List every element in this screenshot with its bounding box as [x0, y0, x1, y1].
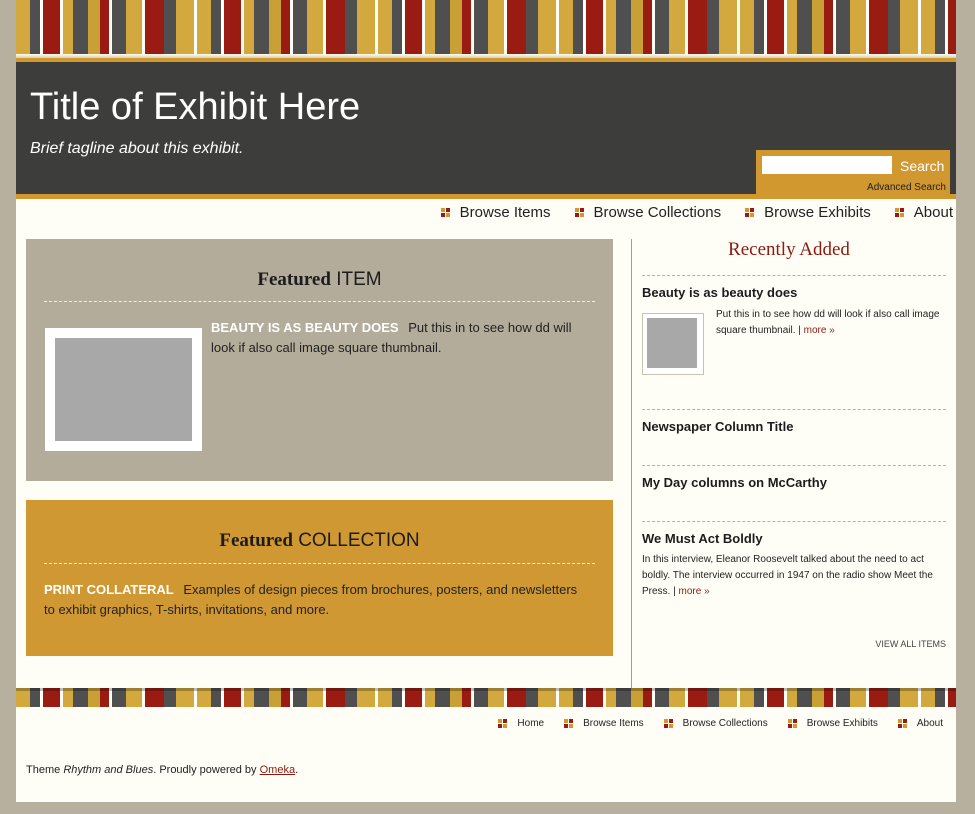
site-title[interactable]: Title of Exhibit Here [30, 86, 360, 129]
nav-label[interactable]: Browse Exhibits [807, 718, 878, 729]
recent-item-description: Put this in to see how dd will look if a… [716, 309, 940, 336]
advanced-search-link[interactable]: Advanced Search [867, 182, 946, 193]
nav-bullet-icon [897, 719, 907, 728]
footer-nav-browse-collections[interactable]: Browse Collections [663, 718, 768, 729]
recent-item-title[interactable]: My Day columns on McCarthy [642, 475, 827, 490]
nav-bullet-icon [745, 208, 755, 217]
divider [642, 521, 946, 522]
nav-bullet-icon [564, 719, 574, 728]
nav-bullet-icon [894, 208, 904, 217]
site-tagline: Brief tagline about this exhibit. [30, 140, 244, 157]
nav-browse-collections[interactable]: Browse Collections [574, 204, 722, 221]
featured-collection-heading: Featured COLLECTION [26, 530, 613, 552]
sidebar-title: Recently Added [728, 239, 850, 260]
more-link[interactable]: more » [679, 586, 710, 597]
footer-nav-browse-items[interactable]: Browse Items [564, 718, 644, 729]
recent-item-thumbnail[interactable] [642, 313, 704, 375]
divider [44, 563, 595, 564]
featured-item-heading: Featured ITEM [26, 269, 613, 291]
recent-item-title[interactable]: We Must Act Boldly [642, 531, 763, 546]
featured-item-thumbnail[interactable] [45, 328, 202, 451]
main-nav: Browse Items Browse Collections Browse E… [440, 204, 953, 221]
nav-browse-items[interactable]: Browse Items [440, 204, 551, 221]
heading-bold: Featured [257, 269, 331, 290]
nav-bullet-icon [787, 719, 797, 728]
view-all-items-link[interactable]: VIEW ALL ITEMS [875, 639, 946, 649]
theme-prefix: Theme [26, 764, 61, 776]
search-form: Search Advanced Search [756, 150, 950, 194]
decorative-stripes-top [16, 0, 956, 58]
heading-rest: ITEM [336, 269, 382, 290]
nav-label[interactable]: Browse Collections [683, 718, 768, 729]
featured-collection-title[interactable]: PRINT COLLATERAL [44, 582, 174, 597]
nav-browse-exhibits[interactable]: Browse Exhibits [745, 204, 871, 221]
recently-added-sidebar: Recently Added Beauty is as beauty does … [631, 239, 946, 689]
nav-bullet-icon [574, 208, 584, 217]
nav-about[interactable]: About [894, 204, 953, 221]
recent-item-title[interactable]: Newspaper Column Title [642, 419, 793, 434]
nav-label[interactable]: Browse Items [583, 718, 644, 729]
thumbnail-image [55, 338, 192, 441]
divider [642, 409, 946, 410]
footer-nav-home[interactable]: Home [498, 718, 544, 729]
recent-item-description: In this interview, Eleanor Roosevelt tal… [642, 554, 933, 597]
featured-collection-text: PRINT COLLATERAL Examples of design piec… [44, 580, 589, 620]
recent-item-title[interactable]: Beauty is as beauty does [642, 285, 797, 300]
nav-label[interactable]: About [914, 204, 953, 221]
search-input[interactable] [762, 156, 892, 174]
footer-credit: Theme Rhythm and Blues. Proudly powered … [26, 764, 298, 776]
powered-text: . Proudly powered by [153, 764, 257, 776]
footer-nav: Home Browse Items Browse Collections Bro… [498, 718, 943, 729]
heading-bold: Featured [219, 530, 293, 551]
footer-nav-about[interactable]: About [897, 718, 943, 729]
featured-item-panel: Featured ITEM BEAUTY IS AS BEAUTY DOES P… [26, 239, 613, 481]
featured-collection-panel: Featured COLLECTION PRINT COLLATERAL Exa… [26, 500, 613, 656]
omeka-link[interactable]: Omeka [260, 764, 295, 776]
divider [44, 301, 595, 302]
footer-nav-browse-exhibits[interactable]: Browse Exhibits [787, 718, 878, 729]
featured-item-text: BEAUTY IS AS BEAUTY DOES Put this in to … [211, 318, 591, 358]
nav-bullet-icon [498, 719, 508, 728]
nav-bullet-icon [440, 208, 450, 217]
heading-rest: COLLECTION [298, 530, 420, 551]
featured-item-title[interactable]: BEAUTY IS AS BEAUTY DOES [211, 320, 399, 335]
more-link[interactable]: more » [804, 325, 835, 336]
nav-label[interactable]: Browse Collections [594, 204, 722, 221]
nav-label[interactable]: Home [517, 718, 544, 729]
theme-name: Rhythm and Blues [63, 764, 154, 776]
divider [642, 465, 946, 466]
nav-bullet-icon [663, 719, 673, 728]
site-header: Title of Exhibit Here Brief tagline abou… [16, 58, 956, 199]
decorative-stripes-bottom [16, 688, 956, 707]
nav-label[interactable]: About [917, 718, 943, 729]
divider [642, 275, 946, 276]
nav-label[interactable]: Browse Items [460, 204, 551, 221]
thumbnail-image [647, 318, 697, 368]
nav-label[interactable]: Browse Exhibits [764, 204, 871, 221]
credit-end: . [295, 764, 299, 776]
search-button[interactable]: Search [900, 158, 944, 174]
